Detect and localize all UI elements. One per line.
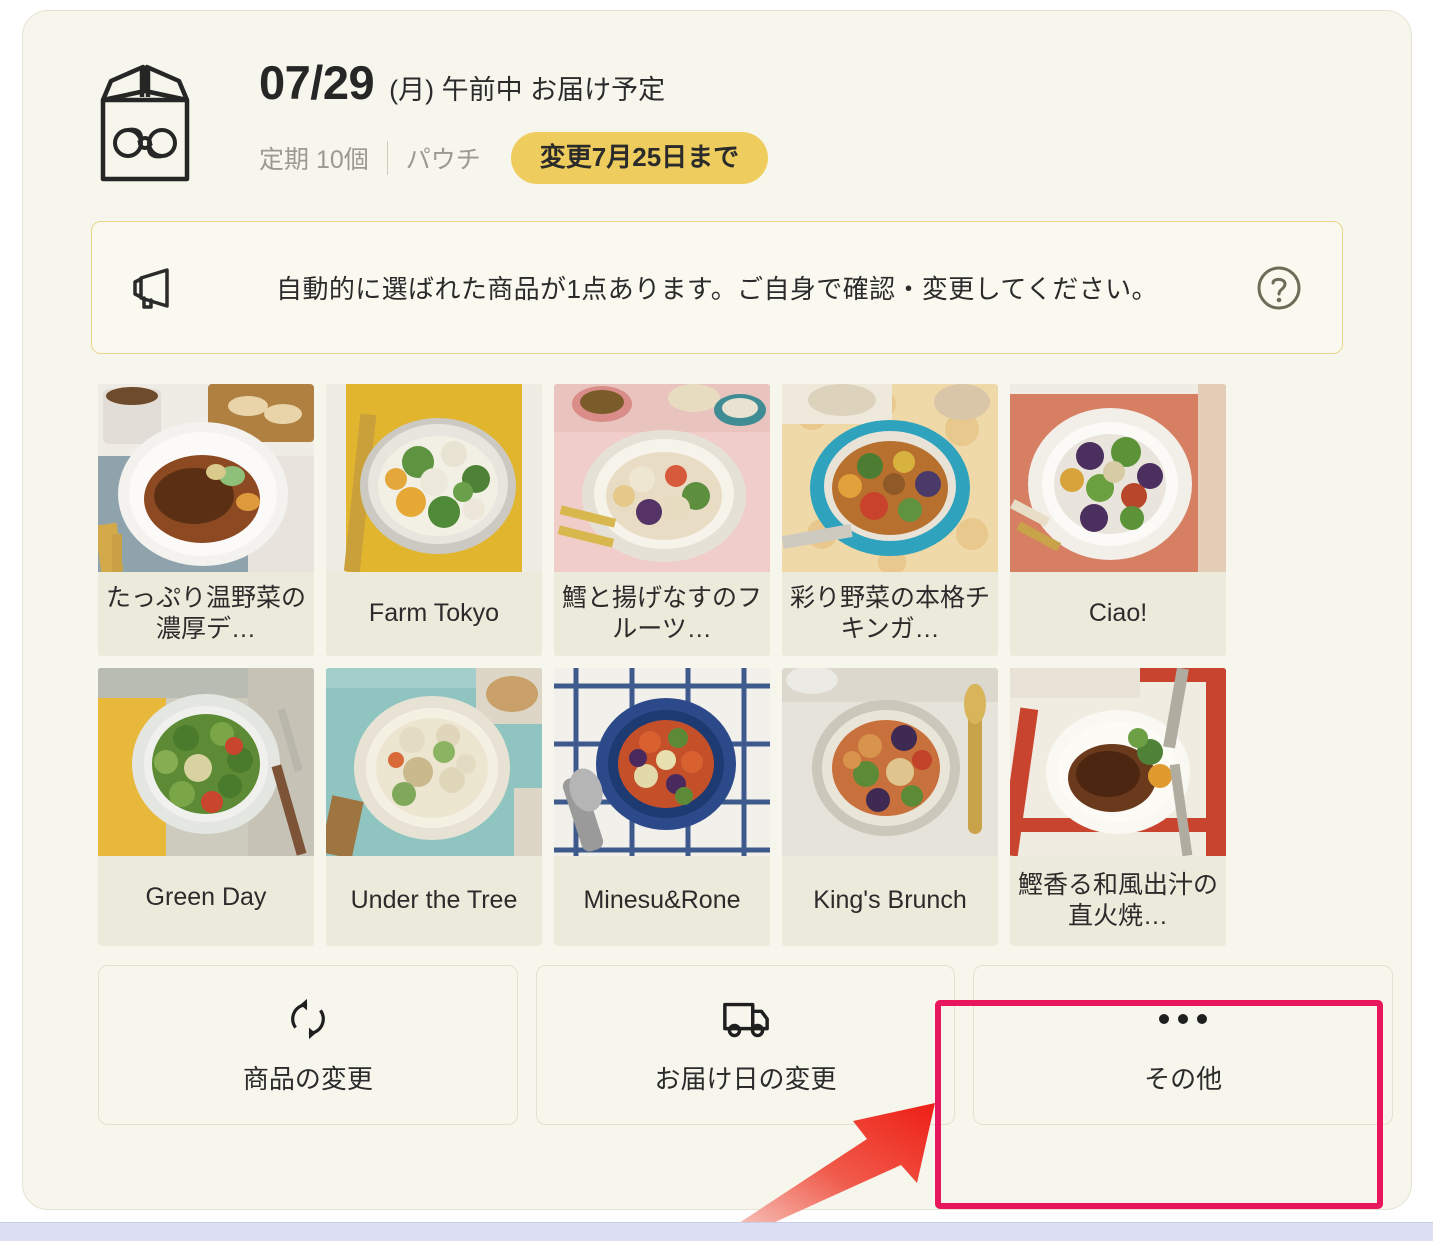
- product-thumbnail: [554, 384, 770, 572]
- product-card[interactable]: 彩り野菜の本格チキンガ…: [782, 384, 998, 656]
- product-card[interactable]: Green Day: [98, 668, 314, 946]
- change-products-button[interactable]: 商品の変更: [98, 965, 518, 1125]
- open-box-icon: [91, 55, 199, 185]
- pack-type-label: パウチ: [405, 146, 481, 174]
- product-card[interactable]: 鱈と揚げなすのフルーツ…: [554, 384, 770, 656]
- change-delivery-date-button[interactable]: お届け日の変更: [535, 965, 956, 1125]
- product-card[interactable]: 鰹香る和風出汁の直火焼…: [1010, 668, 1226, 946]
- product-name: Minesu&Rone: [583, 886, 741, 915]
- refresh-icon: [286, 995, 330, 1043]
- product-thumbnail: [554, 668, 770, 856]
- product-name: Under the Tree: [350, 886, 518, 915]
- product-card[interactable]: Minesu&Rone: [554, 668, 770, 946]
- action-label: 商品の変更: [242, 1063, 373, 1094]
- product-thumbnail: [98, 668, 314, 856]
- megaphone-icon: [127, 266, 175, 310]
- plan-label: 定期 10個: [259, 146, 369, 174]
- auto-selection-notice: 自動的に選ばれた商品が1点あります。ご自身で確認・変更してください。: [91, 221, 1343, 354]
- meta-divider: [386, 141, 388, 175]
- question-circle-icon[interactable]: [1256, 265, 1302, 311]
- page-root: 07/29 (月) 午前中 お届け予定 定期 10個 パウチ 変更7月25日まで: [0, 0, 1433, 1241]
- action-label: その他: [1144, 1063, 1223, 1094]
- product-name: Green Day: [145, 883, 267, 912]
- product-thumbnail: [782, 668, 998, 856]
- truck-icon: [721, 995, 771, 1043]
- product-thumbnail: [1010, 384, 1226, 572]
- product-name: Farm Tokyo: [368, 599, 500, 628]
- product-grid: たっぷり温野菜の濃厚デ… Farm Tokyo 鱈と揚げなすのフルーツ… 彩り野…: [98, 384, 1388, 946]
- product-name: King's Brunch: [813, 886, 967, 915]
- delivery-schedule-card: 07/29 (月) 午前中 お届け予定 定期 10個 パウチ 変更7月25日まで: [22, 10, 1412, 1210]
- delivery-date-detail: (月) 午前中 お届け予定: [389, 75, 666, 105]
- product-name: 鱈と揚げなすのフルーツ…: [562, 583, 763, 643]
- notice-message: 自動的に選ばれた商品が1点あります。ご自身で確認・変更してください。: [276, 274, 1158, 304]
- delivery-date-line: 07/29 (月) 午前中 お届け予定: [259, 59, 768, 106]
- delivery-header-text: 07/29 (月) 午前中 お届け予定 定期 10個 パウチ 変更7月25日まで: [259, 45, 769, 184]
- product-thumbnail: [98, 384, 314, 572]
- ellipsis-icon: [1159, 995, 1208, 1043]
- change-deadline-badge[interactable]: 変更7月25日まで: [510, 132, 769, 184]
- product-name: 彩り野菜の本格チキンガ…: [790, 583, 991, 643]
- delivery-header: 07/29 (月) 午前中 お届け予定 定期 10個 パウチ 変更7月25日まで: [23, 11, 1411, 221]
- product-card[interactable]: Under the Tree: [326, 668, 542, 946]
- product-thumbnail: [326, 384, 542, 572]
- product-name: Ciao!: [1088, 599, 1148, 628]
- product-card[interactable]: Ciao!: [1010, 384, 1226, 656]
- product-card[interactable]: たっぷり温野菜の濃厚デ…: [98, 384, 314, 656]
- product-thumbnail: [1010, 668, 1226, 856]
- product-card[interactable]: King's Brunch: [782, 668, 998, 946]
- delivery-meta-line: 定期 10個 パウチ 変更7月25日まで: [259, 132, 769, 184]
- product-thumbnail: [326, 668, 542, 856]
- product-card[interactable]: Farm Tokyo: [326, 384, 542, 656]
- other-options-button[interactable]: その他: [973, 965, 1394, 1125]
- product-thumbnail: [782, 384, 998, 572]
- action-label: お届け日の変更: [654, 1063, 837, 1094]
- action-button-row: 商品の変更 お届け日の変更 その他: [98, 965, 1394, 1125]
- product-name: 鰹香る和風出汁の直火焼…: [1018, 870, 1219, 930]
- product-name: たっぷり温野菜の濃厚デ…: [106, 583, 307, 643]
- page-bottom-strip: [0, 1222, 1433, 1241]
- delivery-date: 07/29: [259, 56, 375, 109]
